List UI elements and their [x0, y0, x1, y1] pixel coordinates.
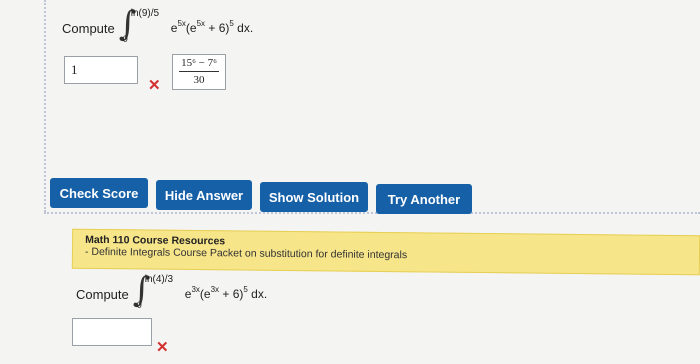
lower-limit: 0 — [122, 34, 128, 44]
integrand-part: + 6) — [219, 287, 244, 301]
problem-statement: Compute ∫ ln(9)/5 0 e5x(e5x + 6)5 dx. — [62, 6, 254, 46]
try-another-button[interactable]: Try Another — [376, 184, 472, 214]
integrand-part: + 6) — [205, 21, 230, 35]
integrand: e3x(e3x + 6)5 dx. — [185, 285, 268, 301]
incorrect-icon: ✕ — [156, 339, 169, 356]
incorrect-icon: ✕ — [148, 77, 161, 94]
section-border-bottom — [44, 212, 700, 214]
exponent: 3x — [210, 285, 220, 294]
answer-input-2[interactable] — [72, 318, 152, 346]
answer-denominator: 30 — [193, 74, 205, 86]
answer-input[interactable]: 1 — [64, 56, 138, 84]
correct-answer: 15⁶ − 7⁶ 30 — [172, 54, 226, 90]
exponent: 5 — [243, 285, 248, 294]
exponent: 5 — [229, 19, 234, 28]
section-border-left — [44, 0, 46, 212]
problem-statement-2: Compute ∫ ln(4)/3 0 e3x(e3x + 6)5 dx. — [76, 272, 268, 312]
course-resources: Math 110 Course Resources - Definite Int… — [71, 228, 700, 276]
hide-answer-button[interactable]: Hide Answer — [156, 180, 252, 210]
definite-integral: ∫ ln(4)/3 0 — [133, 272, 181, 312]
exponent: 5x — [196, 19, 206, 28]
exponent: 5x — [177, 19, 186, 28]
show-solution-button[interactable]: Show Solution — [260, 182, 368, 212]
integrand-part: dx. — [233, 21, 254, 35]
integrand-part: (e — [199, 287, 211, 301]
upper-limit: ln(4)/3 — [144, 274, 174, 285]
upper-limit: ln(9)/5 — [130, 8, 160, 19]
integrand-part: (e — [185, 21, 197, 35]
integrand: e5x(e5x + 6)5 dx. — [171, 19, 254, 35]
exponent: 3x — [191, 285, 200, 294]
problem-prompt: Compute — [62, 20, 115, 36]
answer-numerator: 15⁶ − 7⁶ — [179, 55, 219, 72]
lower-limit: 0 — [136, 300, 142, 310]
definite-integral: ∫ ln(9)/5 0 — [119, 6, 167, 46]
check-score-button[interactable]: Check Score — [50, 178, 148, 208]
problem-prompt: Compute — [76, 286, 129, 302]
integrand-part: dx. — [247, 287, 268, 301]
